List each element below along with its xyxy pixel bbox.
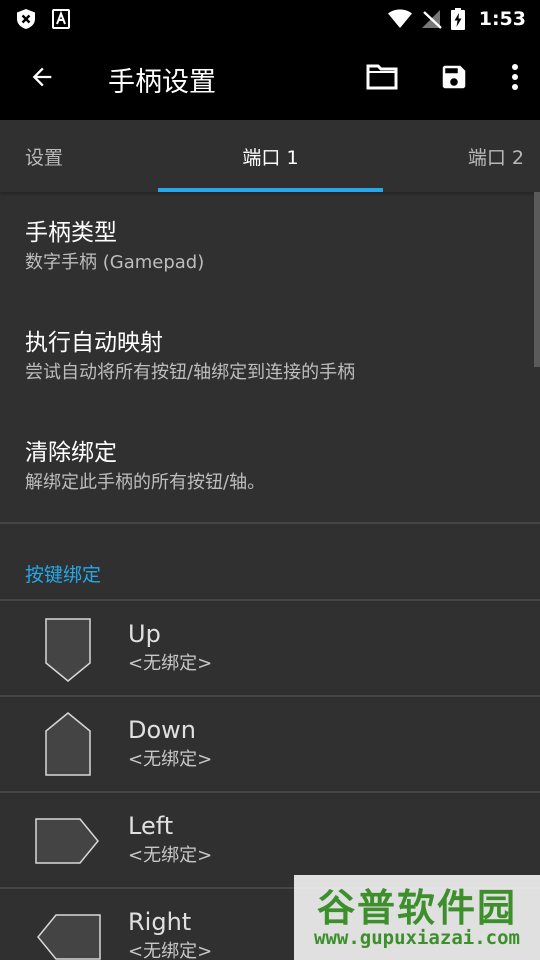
tab-port-1[interactable]: 端口 1 — [158, 120, 383, 192]
pref-clear-bindings[interactable]: 清除绑定 解绑定此手柄的所有按钮/轴。 — [25, 438, 265, 496]
binding-name: Down — [128, 716, 197, 744]
pref-title: 执行自动映射 — [25, 330, 163, 356]
pref-auto-map[interactable]: 执行自动映射 尝试自动将所有按钮/轴绑定到连接的手柄 — [25, 328, 355, 386]
watermark-url: www.gupuxiazai.com — [314, 927, 520, 949]
more-vertical-icon — [511, 63, 519, 95]
section-divider — [0, 522, 540, 524]
arrow-left-icon — [28, 63, 56, 95]
dpad-up-icon — [30, 611, 106, 687]
save-icon — [439, 62, 469, 96]
dpad-right-icon — [30, 899, 106, 960]
binding-row-up[interactable]: Up <无绑定> — [0, 601, 540, 697]
tab-settings[interactable]: 设置 — [25, 120, 63, 192]
pref-summary: 数字手柄 (Gamepad) — [25, 252, 205, 273]
binding-value: <无绑定> — [128, 845, 213, 866]
binding-value: <无绑定> — [128, 653, 213, 674]
binding-value: <无绑定> — [128, 941, 213, 960]
binding-value: <无绑定> — [128, 749, 213, 770]
pref-controller-type[interactable]: 手柄类型 数字手柄 (Gamepad) — [25, 218, 204, 276]
binding-name: Up — [128, 620, 161, 648]
binding-row-down[interactable]: Down <无绑定> — [0, 697, 540, 793]
pref-summary: 解绑定此手柄的所有按钮/轴。 — [25, 472, 266, 493]
tab-port-2[interactable]: 端口 2 — [468, 120, 524, 192]
category-button-bindings: 按键绑定 — [25, 564, 102, 586]
settings-list[interactable]: 手柄类型 数字手柄 (Gamepad) 执行自动映射 尝试自动将所有按钮/轴绑定… — [0, 192, 540, 960]
save-button[interactable] — [418, 38, 490, 120]
status-time: 1:53 — [478, 8, 526, 30]
page-title: 手柄设置 — [108, 66, 216, 98]
folder-icon — [366, 64, 398, 94]
watermark: 谷普软件园 www.gupuxiazai.com — [294, 875, 540, 960]
binding-name: Right — [128, 908, 192, 936]
scrollbar-thumb[interactable] — [534, 192, 540, 367]
back-button[interactable] — [0, 38, 84, 120]
open-folder-button[interactable] — [346, 38, 418, 120]
wifi-icon — [387, 9, 413, 29]
tab-bar: 设置 端口 1 端口 2 — [0, 120, 540, 192]
no-signal-icon — [421, 9, 443, 29]
dpad-left-icon — [30, 803, 106, 879]
watermark-title: 谷普软件园 — [316, 886, 517, 930]
pref-summary: 尝试自动将所有按钮/轴绑定到连接的手柄 — [25, 362, 356, 383]
battery-charging-icon — [450, 8, 465, 30]
pref-title: 清除绑定 — [25, 440, 117, 466]
pref-title: 手柄类型 — [25, 220, 117, 246]
shield-x-icon — [16, 8, 36, 30]
font-a-icon — [52, 9, 70, 29]
status-bar: 1:53 — [0, 0, 540, 38]
dpad-down-icon — [30, 707, 106, 783]
binding-name: Left — [128, 812, 174, 840]
toolbar: 手柄设置 — [0, 38, 540, 120]
more-options-button[interactable] — [490, 38, 540, 120]
